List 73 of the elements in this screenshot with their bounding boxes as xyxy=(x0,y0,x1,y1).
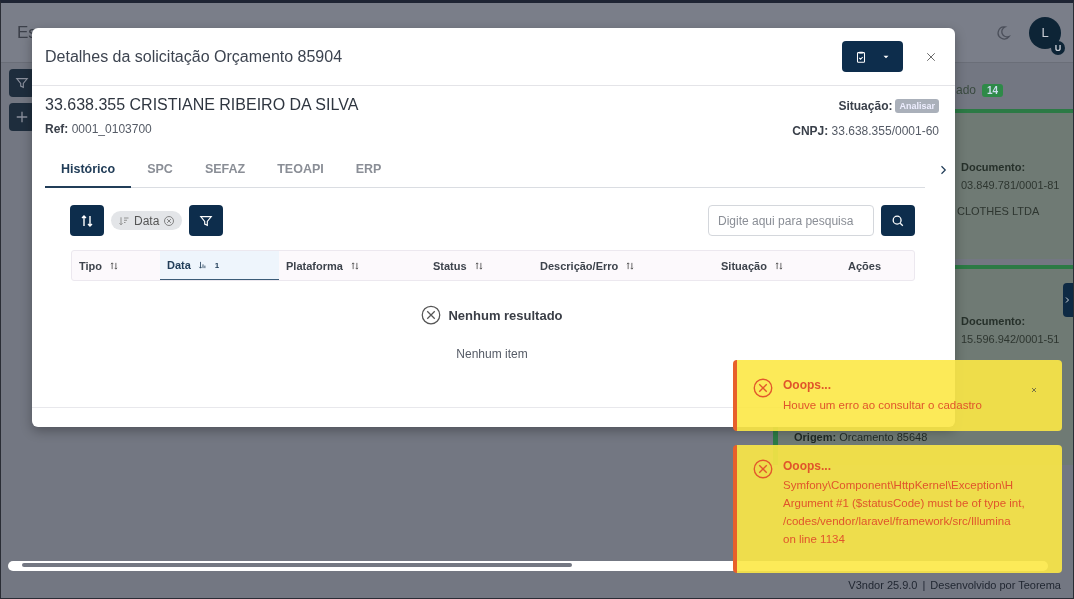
sort-icon xyxy=(625,260,636,271)
add-button[interactable] xyxy=(9,103,35,131)
column-header[interactable]: Tipo xyxy=(72,251,160,280)
search-field[interactable]: Digite aqui para pesquisa xyxy=(708,205,874,236)
column-label: Plataforma xyxy=(286,259,343,272)
cnpj-text: CNPJ: 33.638.355/0001-60 xyxy=(792,124,939,138)
field-label: Documento: xyxy=(961,315,1027,327)
count-badge: 14 xyxy=(982,83,1004,97)
credit-text: Desenvolvido por Teorema xyxy=(930,579,1061,591)
sort-button[interactable] xyxy=(70,205,104,236)
column-label: Data xyxy=(167,259,191,271)
chip-label: Data xyxy=(134,213,160,228)
column-header[interactable]: Status xyxy=(426,251,533,280)
toast-message: Symfony\Component\HttpKernel\Exception\H xyxy=(783,479,1015,491)
close-button[interactable] xyxy=(925,50,937,63)
filter-button[interactable] xyxy=(189,205,224,236)
user-badge: U xyxy=(1051,40,1065,55)
company-name: CLOTHES LTDA xyxy=(957,205,1041,217)
filter-icon xyxy=(15,76,29,90)
column-label: Descrição/Erro xyxy=(540,259,619,272)
column-label: Ações xyxy=(848,259,882,272)
remove-icon xyxy=(163,214,176,227)
field-label: Documento: xyxy=(961,161,1027,173)
no-results-icon xyxy=(421,305,442,325)
search-icon xyxy=(891,213,905,228)
column-label: Status xyxy=(433,259,467,272)
version-text: V3ndor 25.9.0 xyxy=(848,579,918,591)
client-name: 33.638.355 CRISTIANE RIBEIRO DA SILVA xyxy=(45,96,359,114)
column-label: Tipo xyxy=(79,259,102,272)
column-header[interactable]: Descrição/Erro xyxy=(533,251,714,280)
reference-text: Ref: 0001_0103700 xyxy=(45,122,153,136)
column-header[interactable]: Data 1 xyxy=(160,251,279,280)
close-button[interactable] xyxy=(1030,386,1038,394)
tab[interactable]: Histórico xyxy=(45,151,132,188)
plus-icon xyxy=(15,110,29,124)
sort-descending-icon xyxy=(197,260,208,270)
sort-chip[interactable]: Data xyxy=(111,211,183,230)
dialog-title: Detalhes da solicitação Orçamento 85904 xyxy=(45,47,343,66)
close-icon xyxy=(1030,386,1038,394)
error-icon xyxy=(753,459,773,479)
toast-message: Houve um erro ao consultar o cadastro xyxy=(783,399,982,411)
field-value: 03.849.781/0001-81 xyxy=(961,179,1061,191)
sort-descending-icon xyxy=(118,214,130,227)
field-value: 15.596.942/0001-51 xyxy=(961,333,1061,345)
toast-message: /codes/vendor/laravel/framework/src/Illumina xyxy=(783,515,1012,527)
close-icon xyxy=(925,50,937,63)
chevron-right-icon xyxy=(1063,295,1071,305)
status-label: Situação: xyxy=(838,99,893,113)
filter-button[interactable] xyxy=(9,69,35,97)
toast-message: on line 1134 xyxy=(783,533,846,545)
column-header[interactable]: Plataforma xyxy=(279,251,426,280)
separator: | xyxy=(922,579,926,591)
toast-message: Argument #1 ($statusCode) must be of type int, xyxy=(783,497,1025,509)
empty-message: Nenhum item xyxy=(456,347,528,361)
expand-button[interactable] xyxy=(1063,283,1073,317)
toast-title: Ooops... xyxy=(783,459,832,473)
origin-text: Origem: Orcamento 85648 xyxy=(794,431,929,443)
sort-icon xyxy=(349,260,360,271)
sort-icon xyxy=(773,260,784,271)
sort-order: 1 xyxy=(214,260,220,270)
status-badge: Analisar xyxy=(895,99,939,113)
sort-icon xyxy=(473,260,484,271)
clipboard-split-button[interactable] xyxy=(842,41,903,72)
column-label: Situação xyxy=(721,259,767,272)
empty-title: Nenhum resultado xyxy=(448,307,563,323)
toast-title: Ooops... xyxy=(783,378,832,392)
filter-icon xyxy=(199,213,214,228)
search-button[interactable] xyxy=(881,205,915,236)
column-heading: ado xyxy=(956,83,977,97)
column-header[interactable]: Ações xyxy=(841,251,917,280)
error-icon xyxy=(753,378,773,398)
sort-icon xyxy=(109,260,119,271)
column-header[interactable]: Situação xyxy=(714,251,841,280)
